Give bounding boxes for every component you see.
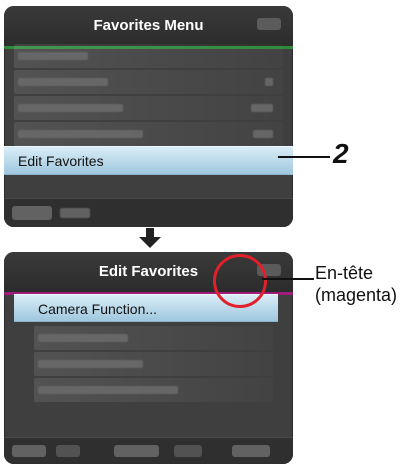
blurred-menu-item [34, 352, 273, 376]
favorites-menu-title: Favorites Menu [93, 17, 204, 34]
annotation-line [262, 278, 314, 280]
bottom-bar [4, 198, 293, 227]
bottom-bar-button[interactable] [56, 445, 80, 457]
edit-favorites-list [4, 324, 293, 402]
blurred-menu-item [14, 96, 283, 120]
blurred-menu-item [34, 378, 273, 402]
header-highlight-circle [213, 254, 267, 308]
favorites-menu-screen: Favorites Menu Edit Favorites [4, 6, 293, 227]
blurred-menu-item [14, 70, 283, 94]
down-arrow-icon [139, 228, 161, 248]
blurred-menu-item [34, 326, 273, 350]
header-badge-icon [257, 18, 281, 30]
bottom-bar-button[interactable] [114, 445, 159, 457]
favorites-menu-list [4, 42, 293, 146]
annotation-line1: En-tête [315, 263, 374, 283]
back-button[interactable] [12, 206, 52, 220]
menu-item-label: Camera Function... [38, 301, 158, 317]
bottom-bar-text [60, 208, 90, 218]
bottom-bar-button[interactable] [12, 445, 46, 457]
annotation-text: En-tête (magenta) [315, 262, 397, 306]
menu-item-label: Edit Favorites [18, 153, 104, 169]
bottom-bar-button[interactable] [232, 445, 270, 457]
annotation-line2: (magenta) [315, 285, 398, 305]
blurred-menu-item [14, 122, 283, 146]
edit-favorites-title: Edit Favorites [98, 263, 199, 280]
callout-line [278, 156, 330, 158]
bottom-bar-button[interactable] [174, 445, 202, 457]
blurred-menu-item [14, 44, 283, 68]
step-number: 2 [333, 138, 349, 169]
bottom-bar [4, 437, 293, 464]
menu-item-edit-favorites[interactable]: Edit Favorites [4, 146, 293, 175]
